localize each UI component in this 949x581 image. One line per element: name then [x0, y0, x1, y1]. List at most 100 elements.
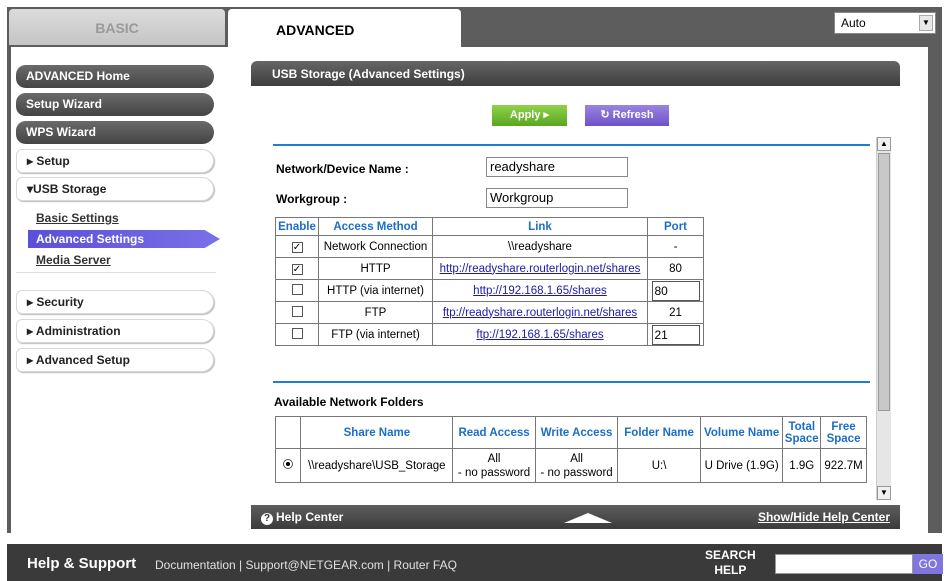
footer-title: Help & Support: [27, 555, 137, 572]
support-email-link[interactable]: Support@NETGEAR.com: [246, 558, 384, 572]
help-center-link[interactable]: ? Help Center: [261, 510, 343, 525]
col-header: Access Method: [318, 217, 433, 236]
network-name-label: Network/Device Name :: [276, 162, 409, 176]
free-space-cell: 922.7M: [820, 448, 867, 483]
sidebar-item-administration[interactable]: ▸ Administration: [16, 319, 214, 343]
help-support-footer: Help & Support Documentation | Support@N…: [7, 544, 943, 581]
top-tab-bar: BASIC ADVANCED Auto ▼: [0, 0, 949, 47]
enable-checkbox-cell: [275, 279, 319, 302]
language-select-value: Auto: [841, 16, 866, 30]
enable-checkbox[interactable]: [291, 327, 303, 339]
network-name-input[interactable]: readyshare: [486, 157, 628, 177]
sidebar-item-setup-wizard[interactable]: Setup Wizard: [16, 93, 214, 116]
sidebar-item-basic-settings[interactable]: Basic Settings: [36, 211, 119, 225]
go-button[interactable]: GO: [913, 554, 943, 574]
enable-checkbox[interactable]: ✓: [291, 241, 303, 253]
footer-links: Documentation | Support@NETGEAR.com | Ro…: [155, 558, 457, 572]
table-row: FTP (via internet) ftp://192.168.1.65/sha…: [275, 323, 704, 346]
share-name-cell: \\readyshare\USB_Storage: [300, 448, 454, 483]
help-icon: ?: [261, 513, 273, 525]
port-cell: 80: [647, 257, 704, 280]
access-table-body: ✓ Network Connection \\readyshare - ✓ HTTP htt…: [275, 235, 704, 346]
enable-checkbox-cell: [275, 301, 319, 324]
router-admin-page: BASIC ADVANCED Auto ▼ ADVANCED Home Setu…: [0, 0, 949, 581]
share-link: \\readyshare: [508, 240, 572, 253]
port-cell: 80: [647, 279, 704, 302]
col-header: Folder Name: [617, 416, 701, 449]
sidebar-item-advanced-home[interactable]: ADVANCED Home: [16, 65, 214, 88]
link-cell: ftp://readyshare.routerlogin.net/shares: [432, 301, 648, 324]
workgroup-label: Workgroup :: [276, 192, 348, 206]
access-method-table: Enable Access Method Link Port ✓ Network …: [275, 217, 704, 346]
volume-name-cell: U Drive (1.9G): [699, 448, 784, 483]
scroll-up-icon[interactable]: ▲: [877, 137, 891, 151]
col-header: Enable: [275, 217, 319, 236]
enable-checkbox-cell: ✓: [275, 257, 319, 280]
sidebar-item-advanced-settings[interactable]: Advanced Settings: [28, 230, 220, 248]
link-cell: http://192.168.1.65/shares: [432, 279, 648, 302]
folder-select-radio[interactable]: [283, 459, 294, 469]
col-header: Port: [647, 217, 704, 236]
table-row: \\readyshare\USB_Storage All - no passwor…: [274, 448, 867, 483]
link-cell: ftp://192.168.1.65/shares: [432, 323, 648, 346]
sidebar-item-setup[interactable]: ▸ Setup: [16, 149, 214, 173]
enable-checkbox-cell: ✓: [275, 235, 319, 258]
chevron-down-icon: ▼: [919, 15, 933, 31]
port-value: 80: [669, 262, 682, 275]
sidebar-item-wps-wizard[interactable]: WPS Wizard: [16, 121, 214, 144]
search-help-input[interactable]: [775, 554, 913, 574]
share-link[interactable]: http://readyshare.routerlogin.net/shares: [440, 263, 641, 275]
tab-advanced[interactable]: ADVANCED: [228, 9, 461, 47]
col-header: [274, 416, 302, 449]
panel-title: USB Storage (Advanced Settings): [251, 61, 900, 86]
table-row: HTTP (via internet) http://192.168.1.65/s…: [275, 279, 704, 302]
content-scrollbar[interactable]: ▲ ▼: [876, 137, 891, 500]
col-header: Write Access: [534, 416, 619, 449]
port-input[interactable]: 80: [651, 280, 700, 301]
sidebar-item-advanced-setup[interactable]: ▸ Advanced Setup: [16, 348, 214, 372]
link-cell: http://readyshare.routerlogin.net/shares: [432, 257, 648, 280]
select-radio-cell: [274, 448, 302, 483]
enable-checkbox[interactable]: [291, 283, 303, 295]
col-header: Share Name: [300, 416, 454, 449]
search-help-label: SEARCH HELP: [705, 548, 756, 577]
sidebar-item-security[interactable]: ▸ Security: [16, 290, 214, 314]
scroll-thumb[interactable]: [878, 153, 890, 411]
tab-basic[interactable]: BASIC: [9, 9, 225, 45]
enable-checkbox[interactable]: [291, 305, 303, 317]
sidebar-item-usb-storage[interactable]: ▾USB Storage: [16, 177, 214, 201]
expand-arrow-icon[interactable]: [564, 513, 612, 523]
show-hide-help-link[interactable]: Show/Hide Help Center: [758, 510, 890, 524]
folders-title: Available Network Folders: [274, 395, 424, 409]
router-faq-link[interactable]: Router FAQ: [394, 558, 457, 572]
workgroup-input[interactable]: Workgroup: [486, 188, 628, 208]
port-value: 21: [669, 306, 682, 319]
share-link[interactable]: ftp://192.168.1.65/shares: [476, 329, 603, 341]
table-row: FTP ftp://readyshare.routerlogin.net/shar…: [275, 301, 704, 324]
table-row: ✓ HTTP http://readyshare.routerlogin.net/s…: [275, 257, 704, 280]
col-header: Link: [432, 217, 648, 236]
divider: [273, 144, 870, 146]
access-method-cell: Network Connection: [318, 235, 433, 258]
col-header: Total Space: [782, 416, 822, 449]
documentation-link[interactable]: Documentation: [155, 558, 236, 572]
total-space-cell: 1.9G: [782, 448, 822, 483]
port-cell: 21: [647, 323, 704, 346]
scroll-down-icon[interactable]: ▼: [877, 486, 891, 500]
panel-footer: ? Help Center Show/Hide Help Center: [251, 505, 900, 529]
port-input[interactable]: 21: [651, 324, 700, 345]
col-header: Volume Name: [699, 416, 784, 449]
col-header: Read Access: [452, 416, 536, 449]
folder-name-cell: U:\: [617, 448, 701, 483]
folders-table-body: \\readyshare\USB_Storage All - no passwor…: [274, 448, 867, 483]
col-header: Free Space: [820, 416, 867, 449]
sidebar-divider: [16, 272, 216, 273]
access-method-cell: FTP (via internet): [318, 323, 433, 346]
apply-button[interactable]: Apply ▸: [492, 105, 567, 126]
language-select[interactable]: Auto ▼: [834, 12, 936, 34]
refresh-button[interactable]: ↻ Refresh: [585, 105, 669, 126]
share-link[interactable]: ftp://readyshare.routerlogin.net/shares: [443, 307, 637, 319]
sidebar-item-media-server[interactable]: Media Server: [36, 253, 111, 267]
enable-checkbox[interactable]: ✓: [291, 263, 303, 275]
share-link[interactable]: http://192.168.1.65/shares: [473, 285, 607, 297]
